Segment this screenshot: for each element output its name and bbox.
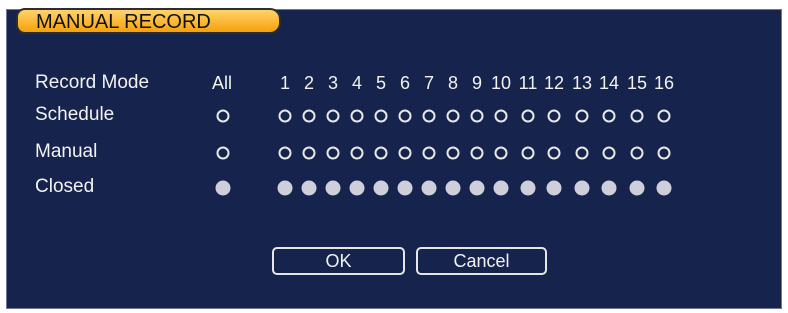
closed-channel-1-radio[interactable]: [277, 180, 293, 196]
schedule-channel-12-radio[interactable]: [547, 109, 561, 123]
closed-channel-14-radio[interactable]: [601, 180, 617, 196]
schedule-channel-3-radio[interactable]: [326, 109, 340, 123]
channel-header-12: 12: [543, 73, 565, 93]
schedule-channel-8-radio[interactable]: [446, 109, 460, 123]
schedule-channel-11-radio[interactable]: [521, 109, 535, 123]
manual-channel-14-radio[interactable]: [602, 146, 616, 160]
closed-channel-3-radio[interactable]: [325, 180, 341, 196]
schedule-channel-5-radio[interactable]: [374, 109, 388, 123]
schedule-channel-7-radio[interactable]: [422, 109, 436, 123]
manual-all-radio[interactable]: [216, 146, 230, 160]
channel-header-8: 8: [447, 73, 459, 93]
closed-channel-12-radio[interactable]: [546, 180, 562, 196]
channel-header-14: 14: [598, 73, 620, 93]
closed-channel-15-radio[interactable]: [629, 180, 645, 196]
closed-channel-8-radio[interactable]: [445, 180, 461, 196]
manual-channel-2-radio[interactable]: [302, 146, 316, 160]
channel-header-11: 11: [518, 73, 538, 93]
manual-channel-16-radio[interactable]: [657, 146, 671, 160]
channel-header-3: 3: [327, 73, 339, 93]
manual-channel-9-radio[interactable]: [470, 146, 484, 160]
schedule-channel-1-radio[interactable]: [278, 109, 292, 123]
closed-channel-5-radio[interactable]: [373, 180, 389, 196]
closed-channel-10-radio[interactable]: [493, 180, 509, 196]
schedule-channel-6-radio[interactable]: [398, 109, 412, 123]
channel-header-16: 16: [653, 73, 675, 93]
manual-channel-4-radio[interactable]: [350, 146, 364, 160]
manual-channel-11-radio[interactable]: [521, 146, 535, 160]
manual-record-window: MANUAL RECORD Record Mode All 1234567891…: [6, 8, 782, 309]
window-title: MANUAL RECORD: [36, 11, 211, 33]
record-mode-label: Record Mode: [35, 72, 150, 93]
channel-header-10: 10: [490, 73, 512, 93]
manual-channel-13-radio[interactable]: [575, 146, 589, 160]
manual-channel-5-radio[interactable]: [374, 146, 388, 160]
schedule-channel-10-radio[interactable]: [494, 109, 508, 123]
closed-channel-7-radio[interactable]: [421, 180, 437, 196]
manual-channel-15-radio[interactable]: [630, 146, 644, 160]
cancel-button[interactable]: Cancel: [416, 247, 547, 275]
closed-channel-13-radio[interactable]: [574, 180, 590, 196]
ok-button[interactable]: OK: [272, 247, 405, 275]
channel-header-13: 13: [571, 73, 593, 93]
channel-header-7: 7: [423, 73, 435, 93]
all-column-header: All: [211, 73, 233, 93]
schedule-channel-2-radio[interactable]: [302, 109, 316, 123]
manual-channel-12-radio[interactable]: [547, 146, 561, 160]
title-tab: MANUAL RECORD: [16, 8, 281, 34]
closed-channel-11-radio[interactable]: [520, 180, 536, 196]
manual-channel-3-radio[interactable]: [326, 146, 340, 160]
schedule-channel-13-radio[interactable]: [575, 109, 589, 123]
schedule-channel-4-radio[interactable]: [350, 109, 364, 123]
channel-header-9: 9: [471, 73, 483, 93]
channel-header-15: 15: [626, 73, 648, 93]
schedule-all-radio[interactable]: [216, 109, 230, 123]
manual-channel-6-radio[interactable]: [398, 146, 412, 160]
schedule-channel-9-radio[interactable]: [470, 109, 484, 123]
manual-channel-7-radio[interactable]: [422, 146, 436, 160]
channel-header-5: 5: [375, 73, 387, 93]
schedule-channel-16-radio[interactable]: [657, 109, 671, 123]
closed-channel-16-radio[interactable]: [656, 180, 672, 196]
channel-header-4: 4: [351, 73, 363, 93]
manual-channel-1-radio[interactable]: [278, 146, 292, 160]
closed-channel-2-radio[interactable]: [301, 180, 317, 196]
closed-channel-9-radio[interactable]: [469, 180, 485, 196]
manual-channel-8-radio[interactable]: [446, 146, 460, 160]
channel-header-1: 1: [279, 73, 291, 93]
schedule-channel-14-radio[interactable]: [602, 109, 616, 123]
closed-row-label: Closed: [35, 176, 95, 197]
schedule-channel-15-radio[interactable]: [630, 109, 644, 123]
channel-header-6: 6: [399, 73, 411, 93]
manual-channel-10-radio[interactable]: [494, 146, 508, 160]
manual-row-label: Manual: [35, 141, 98, 162]
channel-header-2: 2: [303, 73, 315, 93]
closed-channel-6-radio[interactable]: [397, 180, 413, 196]
closed-all-radio[interactable]: [215, 180, 231, 196]
schedule-row-label: Schedule: [35, 104, 115, 125]
closed-channel-4-radio[interactable]: [349, 180, 365, 196]
